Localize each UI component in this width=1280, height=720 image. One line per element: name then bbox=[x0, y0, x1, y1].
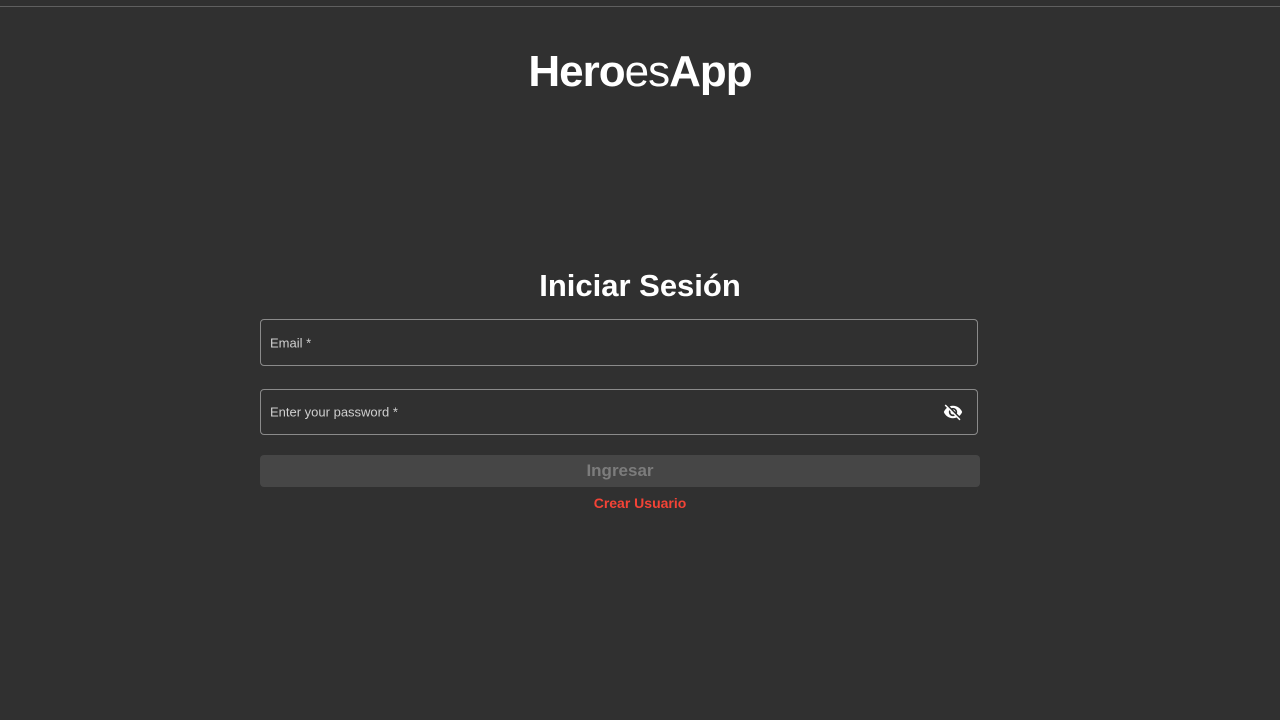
logo-part-hero: Hero bbox=[528, 47, 625, 96]
window-top-border bbox=[0, 0, 1280, 7]
password-input[interactable] bbox=[261, 390, 977, 434]
login-submit-button[interactable]: Ingresar bbox=[260, 455, 980, 487]
logo-part-app: App bbox=[669, 47, 753, 96]
create-user-link[interactable]: Crear Usuario bbox=[0, 494, 1280, 512]
visibility-off-icon bbox=[943, 404, 963, 421]
toggle-password-visibility-button[interactable] bbox=[941, 400, 965, 424]
app-logo: HeroesApp bbox=[0, 46, 1280, 98]
email-input[interactable] bbox=[261, 320, 977, 365]
login-title: Iniciar Sesión bbox=[539, 268, 741, 303]
logo-part-es: es bbox=[624, 47, 670, 96]
email-field[interactable]: Email * bbox=[260, 319, 978, 366]
password-field[interactable]: Enter your password * bbox=[260, 389, 978, 435]
